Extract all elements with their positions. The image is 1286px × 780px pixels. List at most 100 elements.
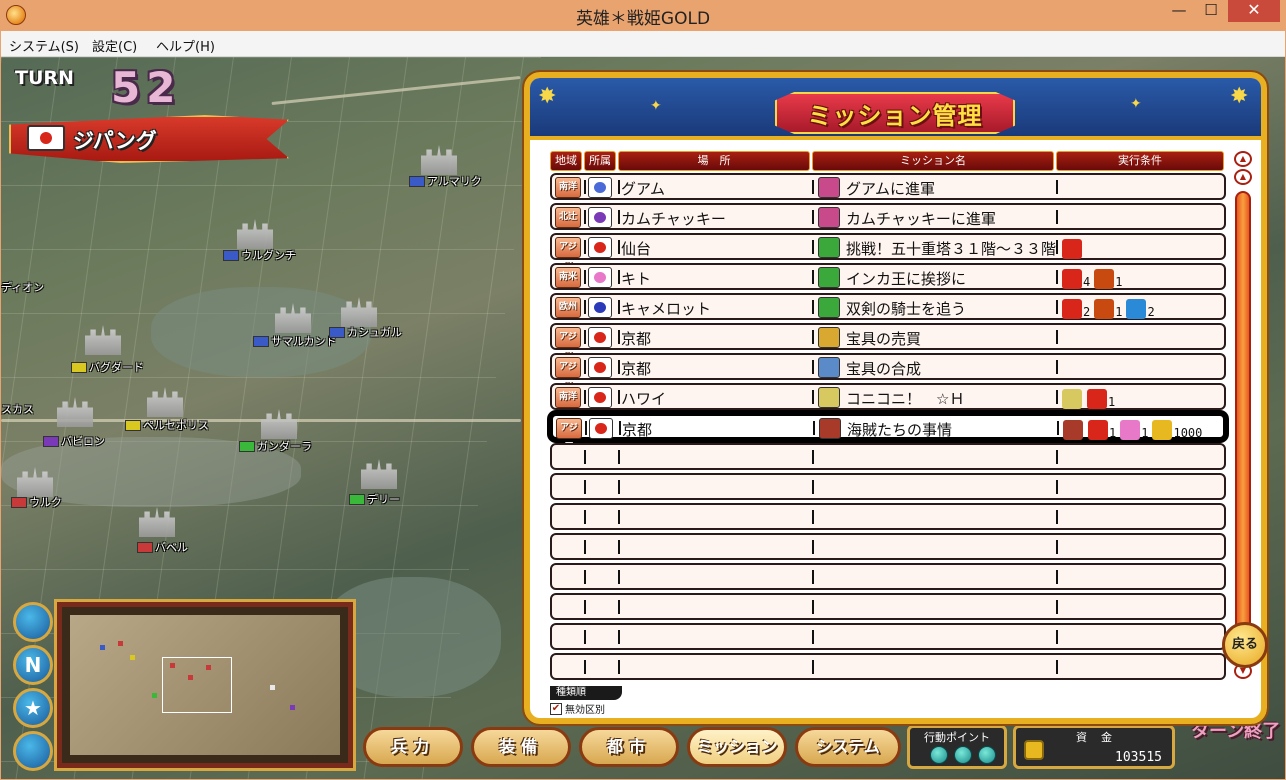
title-bar: 英雄＊戦姫GOLD — ☐ ✕ [0,0,1286,31]
scroll-up-icon[interactable]: ▲ [1234,169,1252,185]
mission-row[interactable]: アジア 京都 宝具の合成 [550,353,1226,391]
city-label[interactable]: バグダード [71,359,144,375]
column-separator [812,180,814,194]
side-book-button[interactable] [13,602,53,642]
castle-icon[interactable] [85,325,121,355]
column-separator [618,660,620,674]
empty-mission-row [550,563,1226,590]
city-flag [239,440,255,452]
region-badge: 北辻 [555,207,581,228]
mission-conditions: 41 [1062,267,1126,289]
back-button[interactable]: 戻る [1222,622,1268,668]
turn-end-button[interactable]: ターン終了 [1191,722,1280,742]
column-separator [584,450,586,464]
affiliation-flag-icon [588,327,612,348]
scrollbar[interactable]: ▲ ▲ ▼ ▼ [1234,151,1252,681]
city-flag [11,496,27,508]
city-label[interactable]: サマルカンド [253,333,337,349]
sort-order-tab[interactable]: 種類順 [550,686,622,700]
header-mission-name[interactable]: ミッション名 [812,151,1054,171]
menu-bar: システム(S) 設定(C) ヘルプ(H) [1,31,1285,57]
affiliation-emblem [594,362,606,373]
minimap-dot [152,693,157,698]
city-label[interactable]: アルマリク [409,173,482,189]
region-badge: アジア [555,237,581,271]
scroll-thumb[interactable] [1235,191,1251,641]
castle-icon[interactable] [57,397,93,427]
turn-label: TURN [15,67,74,89]
menu-settings[interactable]: 設定(C) [92,36,137,55]
city-label[interactable]: スカス [1,401,34,417]
system-button[interactable]: システム [795,727,901,767]
mission-row[interactable]: 南洋 グアム グアムに進軍 [550,173,1226,200]
mission-row[interactable]: 南洋 ハワイ コニコニ！ ☆Ｈ 1 [550,383,1226,410]
city-label[interactable]: バベル [137,539,188,555]
condition-icon [1087,389,1107,409]
mission-row[interactable]: アジア 京都 海賊たちの事情 1 1 1000 [550,413,1226,452]
mission-place: 京都 [621,360,652,378]
close-button[interactable]: ✕ [1228,0,1280,22]
city-label[interactable]: カシュガル [329,324,402,340]
menu-system[interactable]: システム(S) [9,36,79,55]
mission-type-icon [819,418,841,439]
column-separator [812,390,814,404]
checkbox-icon[interactable]: ✔ [550,702,562,715]
city-label[interactable]: ウルク [11,494,62,510]
city-label[interactable]: ペルセポリス [125,417,209,433]
money-value: 103515 [1115,750,1162,765]
affiliation-emblem [594,392,606,403]
mission-row[interactable]: 南米 キト インカ王に挨拶に 4 1 [550,263,1226,290]
header-place[interactable]: 場 所 [618,151,810,171]
mission-name: 宝具の売買 [846,330,922,348]
equipment-button[interactable]: 装備 [471,727,571,767]
header-region[interactable]: 地域 [550,151,582,171]
city-label[interactable]: バビロン [43,433,105,449]
city-label[interactable]: デリー [349,491,400,507]
scroll-top-icon[interactable]: ▲ [1234,151,1252,167]
header-condition[interactable]: 実行条件 [1056,151,1224,171]
column-separator [1056,270,1058,284]
side-n-button[interactable]: N [13,645,53,685]
column-separator [584,300,586,314]
mission-name: 挑戦！五十重塔３１階～３３階 [846,240,1057,258]
minimap[interactable] [54,599,356,771]
column-separator [618,600,620,614]
menu-help[interactable]: ヘルプ(H) [156,36,215,55]
column-separator [618,240,620,254]
maximize-button[interactable]: ☐ [1196,0,1226,22]
mission-row[interactable]: 北辻 カムチャッキー カムチャッキーに進軍 [550,203,1226,230]
city-label[interactable]: ディオン [1,279,44,295]
troops-button[interactable]: 兵力 [363,727,463,767]
column-separator [618,210,620,224]
city-flag [125,419,141,431]
city-button[interactable]: 都市 [579,727,679,767]
mission-type-icon [818,387,840,408]
column-separator [1056,300,1058,314]
column-separator [584,180,586,194]
mission-name: 双剣の騎士を追う [846,300,967,318]
side-scroll-button[interactable] [13,731,53,771]
minimap-viewport[interactable] [162,657,232,713]
region-badge: 南洋 [555,387,581,408]
mission-row[interactable]: アジア 仙台 挑戦！五十重塔３１階～３３階 [550,233,1226,271]
minimize-button[interactable]: — [1164,0,1194,22]
column-separator [584,570,586,584]
city-label[interactable]: ウルグンチ [223,247,296,263]
checkbox-label: 無効区別 [565,705,605,716]
mission-place: ハワイ [621,390,667,408]
side-star-button[interactable]: ★ [13,688,53,728]
mission-button[interactable]: ミッション [687,727,787,767]
mission-row[interactable]: 欧州 キャメロット 双剣の騎士を追う 2 1 2 [550,293,1226,320]
mission-name: インカ王に挨拶に [846,270,967,288]
column-separator [1056,390,1058,404]
mission-row[interactable]: アジア 京都 宝具の売買 [550,323,1226,361]
invalid-distinction-checkbox[interactable]: ✔ 無効区別 [550,701,605,716]
affiliation-emblem [595,423,607,434]
condition-count: 4 [1083,275,1091,289]
column-separator [812,450,814,464]
city-label[interactable]: ガンダーラ [239,438,312,454]
header-affiliation[interactable]: 所属 [584,151,616,171]
minimap-world[interactable] [70,615,340,755]
window-title: 英雄＊戦姫GOLD [575,9,711,29]
mission-type-icon [818,327,840,348]
